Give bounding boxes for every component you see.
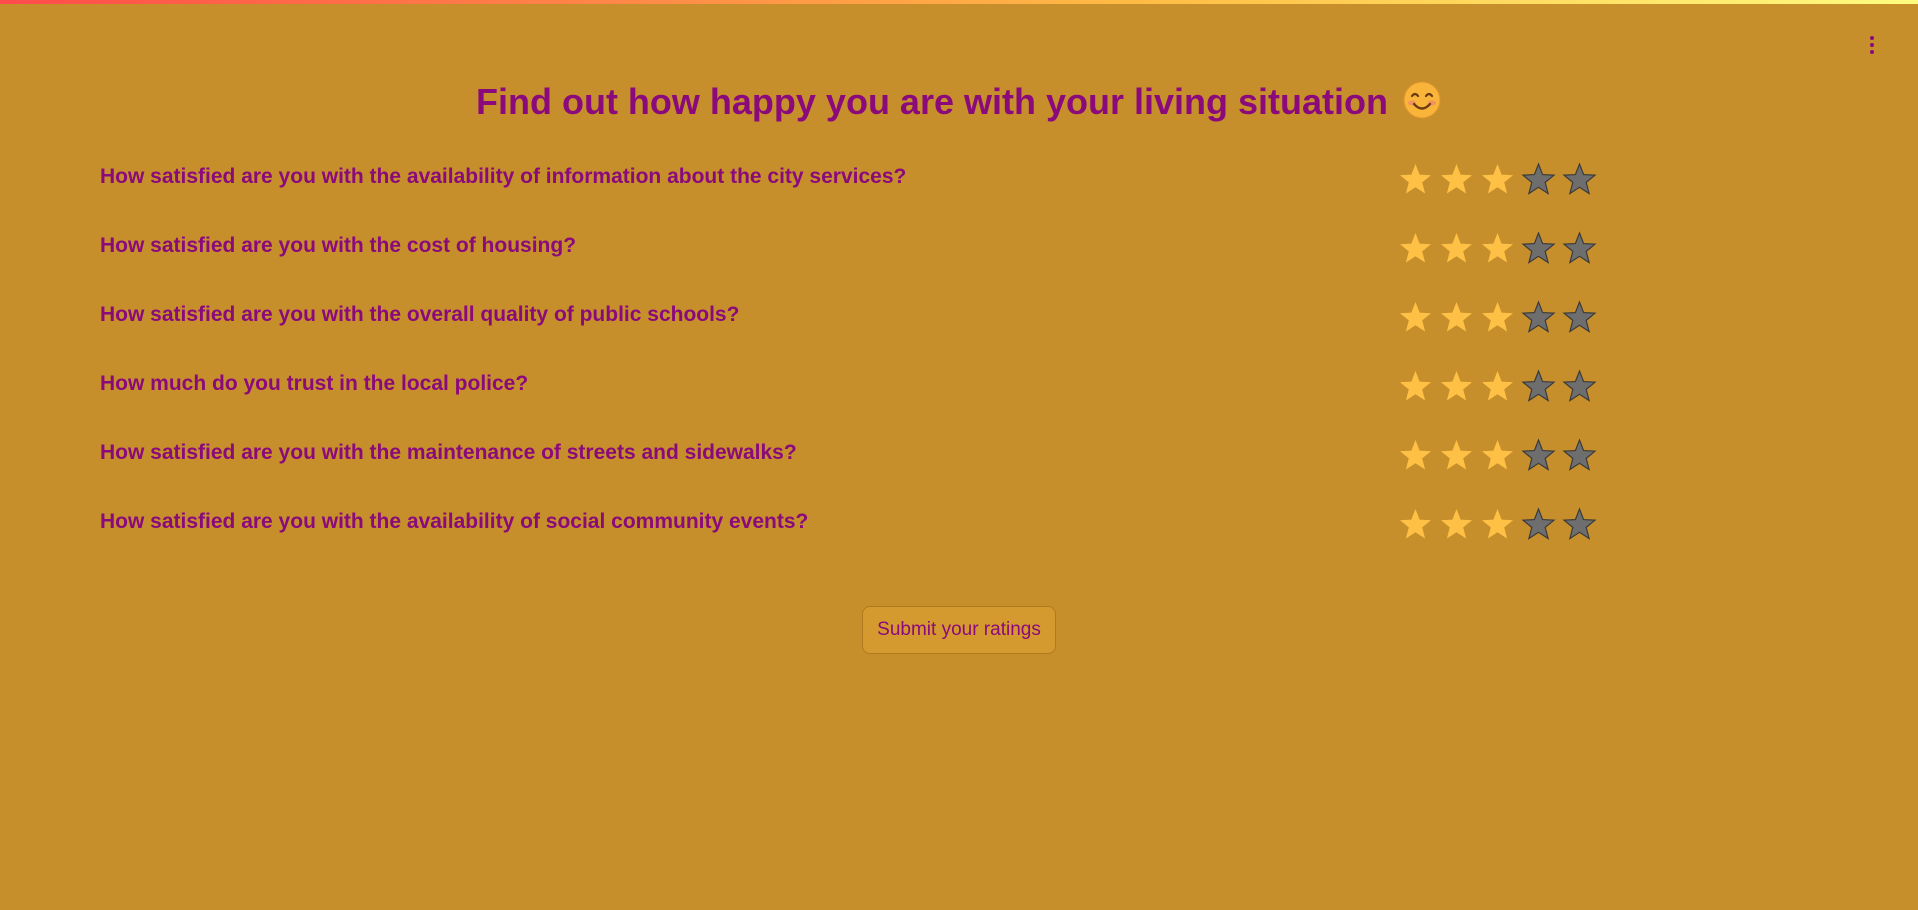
star-filled-icon[interactable] <box>1480 231 1515 266</box>
star-rating <box>1398 300 1597 335</box>
star-filled-icon[interactable] <box>1439 438 1474 473</box>
star-empty-icon[interactable] <box>1521 369 1556 404</box>
question-row: How satisfied are you with the cost of h… <box>100 227 1600 296</box>
question-label: How satisfied are you with the overall q… <box>100 303 740 326</box>
star-empty-icon[interactable] <box>1521 300 1556 335</box>
star-empty-icon[interactable] <box>1562 438 1597 473</box>
star-rating <box>1398 369 1597 404</box>
star-rating <box>1398 438 1597 473</box>
question-label: How satisfied are you with the availabil… <box>100 165 907 188</box>
page-title: Find out how happy you are with your liv… <box>0 74 1918 130</box>
star-filled-icon[interactable] <box>1480 300 1515 335</box>
star-empty-icon[interactable] <box>1521 162 1556 197</box>
star-empty-icon[interactable] <box>1562 369 1597 404</box>
star-empty-icon[interactable] <box>1562 162 1597 197</box>
star-filled-icon[interactable] <box>1480 162 1515 197</box>
question-label: How satisfied are you with the cost of h… <box>100 234 577 257</box>
question-label: How satisfied are you with the availabil… <box>100 510 809 533</box>
star-empty-icon[interactable] <box>1562 507 1597 542</box>
star-empty-icon[interactable] <box>1562 300 1597 335</box>
star-filled-icon[interactable] <box>1439 369 1474 404</box>
main-menu-button[interactable] <box>1862 30 1882 60</box>
menu-dot-icon <box>1870 36 1874 40</box>
star-filled-icon[interactable] <box>1480 438 1515 473</box>
question-label: How satisfied are you with the maintenan… <box>100 441 797 464</box>
star-filled-icon[interactable] <box>1398 507 1433 542</box>
questions-list: How satisfied are you with the availabil… <box>100 158 1600 572</box>
submit-ratings-button[interactable]: Submit your ratings <box>862 606 1056 654</box>
star-filled-icon[interactable] <box>1439 162 1474 197</box>
star-rating <box>1398 162 1597 197</box>
star-empty-icon[interactable] <box>1521 507 1556 542</box>
question-row: How much do you trust in the local polic… <box>100 365 1600 434</box>
star-filled-icon[interactable] <box>1439 231 1474 266</box>
star-empty-icon[interactable] <box>1562 231 1597 266</box>
star-filled-icon[interactable] <box>1398 438 1433 473</box>
question-row: How satisfied are you with the availabil… <box>100 158 1600 227</box>
star-empty-icon[interactable] <box>1521 231 1556 266</box>
question-row: How satisfied are you with the overall q… <box>100 296 1600 365</box>
star-filled-icon[interactable] <box>1398 231 1433 266</box>
star-filled-icon[interactable] <box>1398 300 1433 335</box>
star-filled-icon[interactable] <box>1398 369 1433 404</box>
question-row: How satisfied are you with the maintenan… <box>100 434 1600 503</box>
question-row: How satisfied are you with the availabil… <box>100 503 1600 572</box>
star-filled-icon[interactable] <box>1439 300 1474 335</box>
smiling-face-emoji-icon <box>1403 81 1441 119</box>
star-filled-icon[interactable] <box>1480 507 1515 542</box>
page-title-text: Find out how happy you are with your liv… <box>475 81 1388 122</box>
star-filled-icon[interactable] <box>1480 369 1515 404</box>
top-decoration-bar <box>0 0 1918 4</box>
star-rating <box>1398 507 1597 542</box>
star-filled-icon[interactable] <box>1439 507 1474 542</box>
star-rating <box>1398 231 1597 266</box>
question-label: How much do you trust in the local polic… <box>100 372 529 395</box>
menu-dot-icon <box>1870 50 1874 54</box>
menu-dot-icon <box>1870 43 1874 47</box>
star-empty-icon[interactable] <box>1521 438 1556 473</box>
star-filled-icon[interactable] <box>1398 162 1433 197</box>
